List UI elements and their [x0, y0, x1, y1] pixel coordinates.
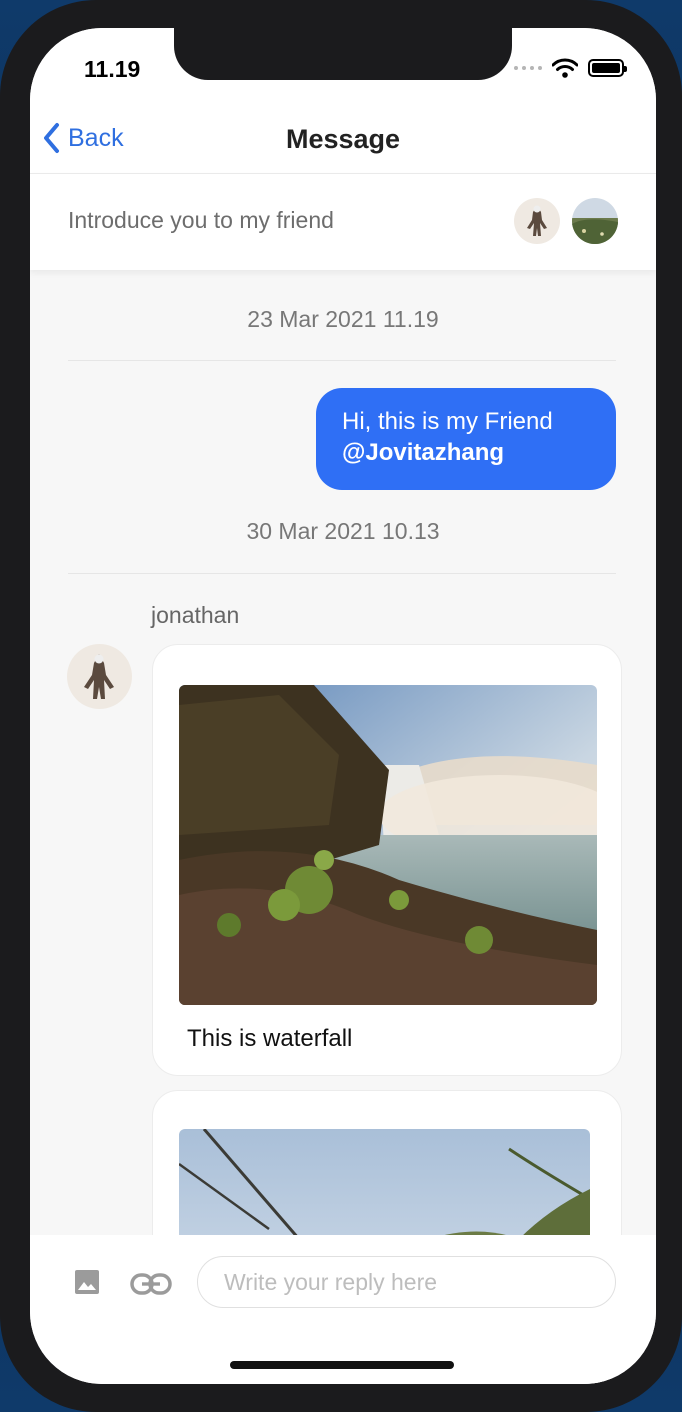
message-date: 30 Mar 2021 10.13 — [246, 518, 440, 544]
outgoing-message[interactable]: Hi, this is my Friend @Jovitazhang — [316, 388, 616, 490]
sender-name: jonathan — [151, 602, 240, 628]
participant-avatars — [514, 198, 618, 244]
home-indicator-area — [30, 1329, 656, 1384]
message-date: 23 Mar 2021 11.19 — [247, 306, 439, 332]
phone-frame: 11.19 Back Message Introduce you to my f… — [0, 0, 682, 1412]
divider — [68, 360, 616, 361]
signal-icon — [514, 66, 542, 70]
participant-avatar[interactable] — [514, 198, 560, 244]
image-icon[interactable] — [74, 1269, 100, 1295]
image-caption: This is waterfall — [187, 1025, 353, 1052]
mention-link[interactable]: @Jovitazhang — [342, 437, 590, 468]
divider — [68, 573, 616, 574]
image-message-card[interactable]: This is waterfall — [152, 644, 622, 1076]
notch — [174, 28, 512, 80]
reply-composer — [30, 1235, 656, 1329]
waterfall-photo[interactable] — [179, 685, 597, 1005]
thread-subject: Introduce you to my friend — [68, 207, 334, 233]
reply-input[interactable] — [197, 1256, 616, 1308]
wifi-icon — [552, 58, 578, 78]
link-icon[interactable] — [130, 1273, 172, 1295]
battery-icon — [588, 59, 627, 77]
status-time: 11.19 — [84, 56, 141, 82]
sender-avatar[interactable] — [67, 644, 132, 709]
message-text: Hi, this is my Friend — [342, 408, 553, 435]
navigation-bar: Back Message — [30, 108, 656, 174]
phone-screen: 11.19 Back Message Introduce you to my f… — [30, 28, 656, 1384]
participant-avatar[interactable] — [572, 198, 618, 244]
page-title: Message — [285, 124, 401, 154]
status-icons — [514, 56, 627, 80]
home-indicator[interactable] — [230, 1361, 454, 1369]
thread-header: Introduce you to my friend — [30, 174, 656, 270]
